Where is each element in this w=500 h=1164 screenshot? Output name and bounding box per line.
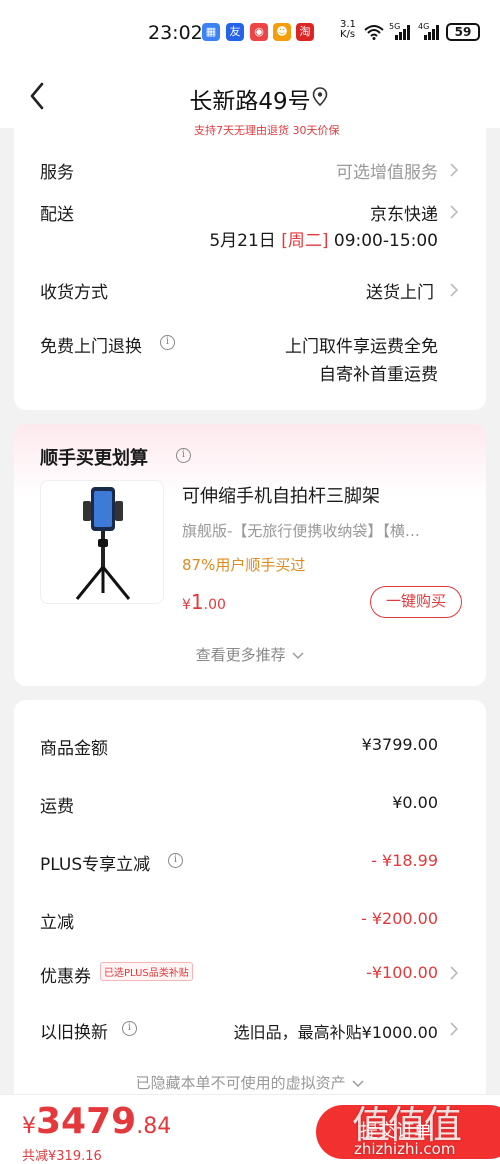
hidden-assets-note[interactable]: 已隐藏本单不可使用的虚拟资产	[14, 1072, 486, 1093]
price-label: 以旧换新	[40, 1023, 108, 1043]
product-price: ¥1.00	[182, 590, 226, 614]
location-icon[interactable]	[312, 86, 328, 108]
delivery-time-slot: 5月21日 [周二] 09:00-15:00	[209, 231, 438, 251]
info-icon[interactable]: i	[122, 1021, 137, 1036]
watermark-site: zhizhizhi.com	[354, 1140, 456, 1158]
app-notification-icon: 友	[226, 23, 244, 41]
delivery-label: 配送	[40, 205, 74, 225]
price-value: ¥0.00	[392, 793, 438, 812]
service-guarantee-banner: 支持7天无理由退货 30天价保	[194, 124, 340, 137]
watermark: 值值值 zhizhizhi.com	[348, 1092, 500, 1164]
addon-recommend-card: 顺手买更划算 i 可伸缩手机自拍杆三脚架 旗舰版-【无旅行便携收纳袋】【横… 8…	[14, 424, 486, 686]
price-value: 选旧品，最高补贴¥1000.00	[233, 1023, 438, 1042]
product-thumbnail[interactable]	[40, 480, 164, 604]
receive-method-value: 送货上门	[366, 283, 434, 303]
app-notification-icon: ◉	[250, 23, 268, 41]
chevron-right-icon	[450, 205, 458, 219]
free-return-value-2: 自寄补首重运费	[319, 365, 438, 385]
chevron-right-icon	[450, 966, 458, 980]
chevron-right-icon	[450, 1022, 458, 1036]
service-label: 服务	[40, 163, 74, 183]
price-label: 优惠券	[40, 967, 91, 987]
price-value: -¥100.00	[366, 963, 438, 982]
price-label: PLUS专享立减	[40, 855, 151, 875]
chevron-right-icon	[450, 283, 458, 297]
receive-method-label: 收货方式	[40, 283, 108, 303]
app-notification-icon: ▦	[202, 23, 220, 41]
price-value: - ¥200.00	[360, 909, 438, 928]
product-name[interactable]: 可伸缩手机自拍杆三脚架	[182, 482, 380, 508]
signal-icon	[424, 25, 439, 40]
info-icon[interactable]: i	[176, 448, 191, 463]
price-label: 商品金额	[40, 739, 108, 759]
order-info-card: 支持7天无理由退货 30天价保 服务 可选增值服务 配送 京东快递 5月21日 …	[14, 110, 486, 410]
total-price: ¥3479.84	[22, 1101, 172, 1142]
delivery-value: 京东快递	[370, 205, 438, 225]
product-spec: 旗舰版-【无旅行便携收纳袋】【横…	[182, 522, 420, 540]
free-return-label: 免费上门退换	[40, 337, 142, 357]
app-notification-icon: 淘	[296, 23, 314, 41]
price-label: 运费	[40, 797, 74, 817]
status-bar: 23:02 ▦ 友 ◉ ☻ 淘 3.1 K/s 5G 4G 59	[0, 0, 500, 66]
status-time: 23:02	[148, 22, 203, 44]
coupon-tag: 已选PLUS品类补贴	[100, 962, 193, 981]
info-icon[interactable]: i	[160, 335, 175, 350]
service-value: 可选增值服务	[336, 163, 438, 183]
addon-title: 顺手买更划算	[40, 448, 148, 469]
price-value: ¥3799.00	[361, 735, 438, 754]
more-recommendations-link[interactable]: 查看更多推荐	[14, 644, 486, 665]
free-return-value-1: 上门取件享运费全免	[285, 337, 438, 357]
app-notification-icon: ☻	[273, 23, 291, 41]
selfie-stick-image	[75, 487, 131, 600]
battery-icon: 59	[446, 23, 480, 41]
price-value: - ¥18.99	[371, 851, 438, 870]
total-saved: 共减¥319.16	[22, 1149, 102, 1164]
chevron-down-icon	[292, 652, 304, 660]
net-speed: 3.1 K/s	[340, 19, 356, 40]
bought-ratio: 87%用户顺手买过	[182, 556, 306, 574]
signal-icon	[395, 25, 410, 40]
chevron-right-icon	[450, 163, 458, 177]
info-icon[interactable]: i	[168, 853, 183, 868]
wifi-icon	[364, 25, 384, 40]
price-label: 立减	[40, 913, 74, 933]
one-click-buy-button[interactable]: 一键购买	[370, 586, 462, 618]
chevron-down-icon	[352, 1080, 364, 1088]
